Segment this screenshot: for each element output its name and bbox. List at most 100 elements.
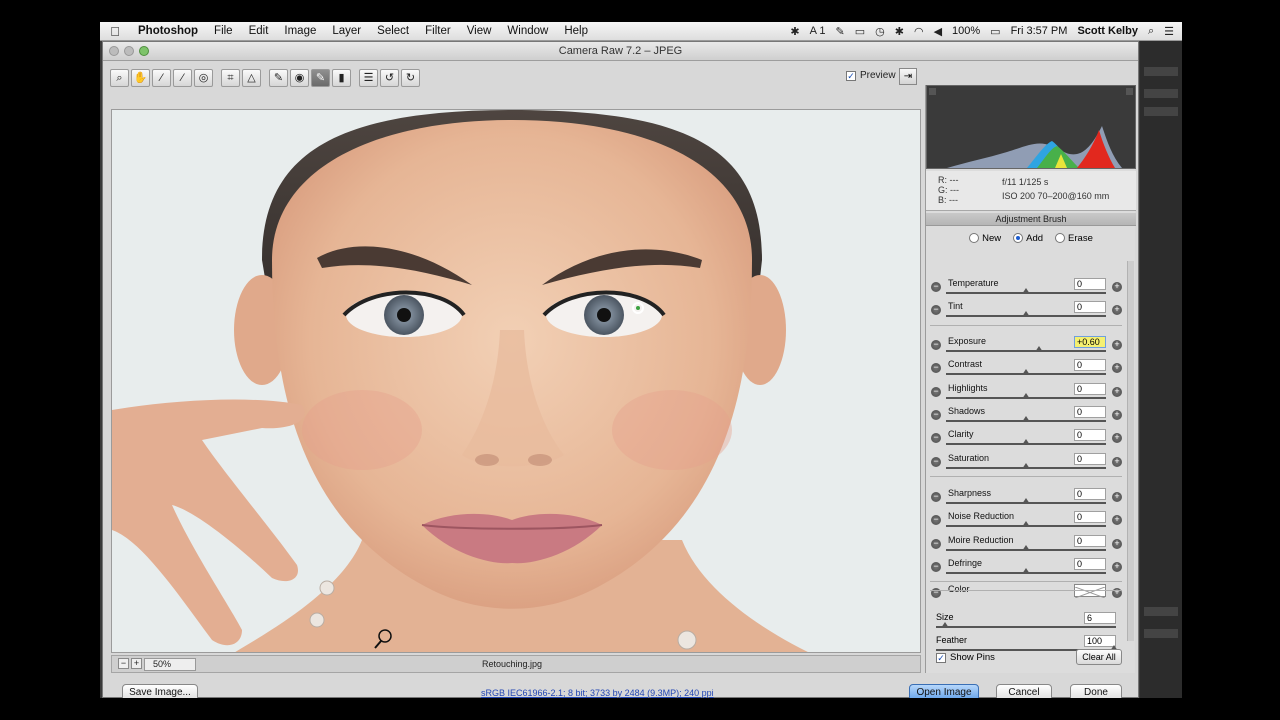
slider-track[interactable] xyxy=(936,622,1116,628)
mode-add-radio[interactable] xyxy=(1013,232,1024,243)
slider-thumb[interactable] xyxy=(1022,311,1030,318)
crop-tool-icon[interactable]: ⌗ xyxy=(221,69,240,87)
evernote-icon[interactable]: ✎ xyxy=(836,25,845,38)
slider-thumb[interactable] xyxy=(1022,567,1030,574)
increase-icon[interactable]: + xyxy=(1112,515,1122,526)
increase-icon[interactable]: + xyxy=(1112,282,1122,292)
wifi-icon[interactable]: ◠ xyxy=(914,25,924,38)
increase-icon[interactable]: + xyxy=(1112,409,1122,420)
slider-value-field[interactable]: +0.60 xyxy=(1074,336,1106,348)
mode-new-radio[interactable] xyxy=(969,232,980,243)
mode-erase-radio[interactable] xyxy=(1055,232,1066,243)
spotlight-icon[interactable]: ⌕ xyxy=(1148,25,1154,38)
slider-track[interactable] xyxy=(946,369,1106,376)
increase-icon[interactable]: + xyxy=(1112,538,1122,549)
image-preview[interactable] xyxy=(111,109,921,653)
slider-track[interactable] xyxy=(946,498,1106,504)
zoom-window-icon[interactable] xyxy=(139,46,149,56)
preview-toggle[interactable]: ✓ Preview xyxy=(846,70,896,81)
user-name[interactable]: Scott Kelby xyxy=(1077,25,1138,37)
slider-thumb[interactable] xyxy=(1022,369,1030,376)
slider-thumb[interactable] xyxy=(1022,521,1030,528)
slider-track[interactable] xyxy=(946,415,1106,422)
preferences-icon[interactable]: ☰ xyxy=(359,69,378,87)
menu-file[interactable]: File xyxy=(206,25,241,37)
mode-new[interactable]: New xyxy=(969,232,1001,244)
decrease-icon[interactable]: − xyxy=(931,340,941,350)
done-button[interactable]: Done xyxy=(1070,684,1122,698)
increase-icon[interactable]: + xyxy=(1112,363,1122,374)
preview-checkbox[interactable]: ✓ xyxy=(846,70,856,81)
menu-edit[interactable]: Edit xyxy=(241,25,277,37)
menu-layer[interactable]: Layer xyxy=(324,25,369,37)
slider-value-field[interactable]: 0 xyxy=(1074,452,1106,465)
show-pins-checkbox[interactable]: ✓ xyxy=(936,652,946,663)
slider-track[interactable] xyxy=(946,521,1106,528)
slider-thumb[interactable] xyxy=(1022,439,1030,446)
volume-icon[interactable]: ◀ xyxy=(934,25,942,38)
slider-thumb[interactable] xyxy=(1034,346,1043,352)
slider-thumb[interactable] xyxy=(1022,498,1030,504)
battery-text[interactable]: 100% xyxy=(952,25,980,37)
increase-icon[interactable]: + xyxy=(1112,456,1122,467)
straighten-tool-icon[interactable]: △ xyxy=(242,69,261,87)
menu-select[interactable]: Select xyxy=(369,25,417,37)
increase-icon[interactable]: + xyxy=(1112,305,1122,316)
decrease-icon[interactable]: − xyxy=(931,409,941,420)
decrease-icon[interactable]: − xyxy=(931,433,941,444)
white-balance-tool-icon[interactable]: ⁄ xyxy=(152,69,171,87)
rotate-right-icon[interactable]: ↻ xyxy=(401,69,420,87)
red-eye-tool-icon[interactable]: ◉ xyxy=(290,69,309,87)
graduated-filter-tool-icon[interactable]: ▮ xyxy=(332,69,351,87)
open-image-button[interactable]: Open Image xyxy=(909,684,979,698)
slider-track[interactable] xyxy=(946,288,1106,294)
show-pins-toggle[interactable]: ✓ Show Pins xyxy=(936,652,995,663)
menu-filter[interactable]: Filter xyxy=(417,25,459,37)
rotate-left-icon[interactable]: ↺ xyxy=(380,69,399,87)
apple-icon[interactable]:  xyxy=(100,24,130,39)
fullscreen-button[interactable]: ⇥ xyxy=(899,68,917,85)
targeted-adjustment-tool-icon[interactable]: ◎ xyxy=(194,69,213,87)
bluetooth-icon[interactable]: ✱ xyxy=(895,25,904,38)
slider-track[interactable] xyxy=(946,544,1106,551)
decrease-icon[interactable]: − xyxy=(931,561,941,572)
save-image-button[interactable]: Save Image... xyxy=(122,684,198,698)
slider-value-field[interactable]: 0 xyxy=(1074,359,1106,372)
slider-thumb[interactable] xyxy=(1022,462,1030,469)
menu-view[interactable]: View xyxy=(459,25,500,37)
clear-all-button[interactable]: Clear All xyxy=(1076,649,1122,665)
slider-value-field[interactable]: 0 xyxy=(1074,511,1106,524)
workflow-options-link[interactable]: sRGB IEC61966-2.1; 8 bit; 3733 by 2484 (… xyxy=(481,688,714,698)
increase-icon[interactable]: + xyxy=(1112,561,1122,572)
adobe-icon[interactable]: A 1 xyxy=(810,25,826,37)
close-window-icon[interactable] xyxy=(109,46,119,56)
increase-icon[interactable]: + xyxy=(1112,340,1122,350)
clock[interactable]: Fri 3:57 PM xyxy=(1011,25,1068,37)
airplay-icon[interactable]: ▭ xyxy=(855,25,865,38)
slider-thumb[interactable] xyxy=(1022,392,1030,399)
slider-value-field[interactable]: 0 xyxy=(1074,301,1106,314)
notification-icon[interactable]: ☰ xyxy=(1164,25,1174,38)
zoom-in-button[interactable]: + xyxy=(131,658,142,669)
cancel-button[interactable]: Cancel xyxy=(996,684,1052,698)
panel-scrollbar[interactable] xyxy=(1127,261,1134,641)
decrease-icon[interactable]: − xyxy=(931,456,941,467)
slider-value-field[interactable]: 0 xyxy=(1074,557,1106,570)
menu-image[interactable]: Image xyxy=(276,25,324,37)
slider-track[interactable] xyxy=(946,567,1106,574)
time-machine-icon[interactable]: ◷ xyxy=(875,25,885,38)
slider-value-field[interactable]: 0 xyxy=(1074,382,1106,395)
decrease-icon[interactable]: − xyxy=(931,386,941,397)
slider-value-field[interactable]: 0 xyxy=(1074,429,1106,442)
slider-thumb[interactable] xyxy=(940,622,949,628)
slider-value-field[interactable]: 0 xyxy=(1074,534,1106,547)
decrease-icon[interactable]: − xyxy=(931,492,941,502)
slider-thumb[interactable] xyxy=(1022,288,1030,294)
slider-thumb[interactable] xyxy=(1022,415,1030,422)
increase-icon[interactable]: + xyxy=(1112,386,1122,397)
minimize-window-icon[interactable] xyxy=(124,46,134,56)
zoom-out-button[interactable]: − xyxy=(118,658,129,669)
menu-app[interactable]: Photoshop xyxy=(130,25,206,37)
menu-help[interactable]: Help xyxy=(556,25,596,37)
increase-icon[interactable]: + xyxy=(1112,433,1122,444)
